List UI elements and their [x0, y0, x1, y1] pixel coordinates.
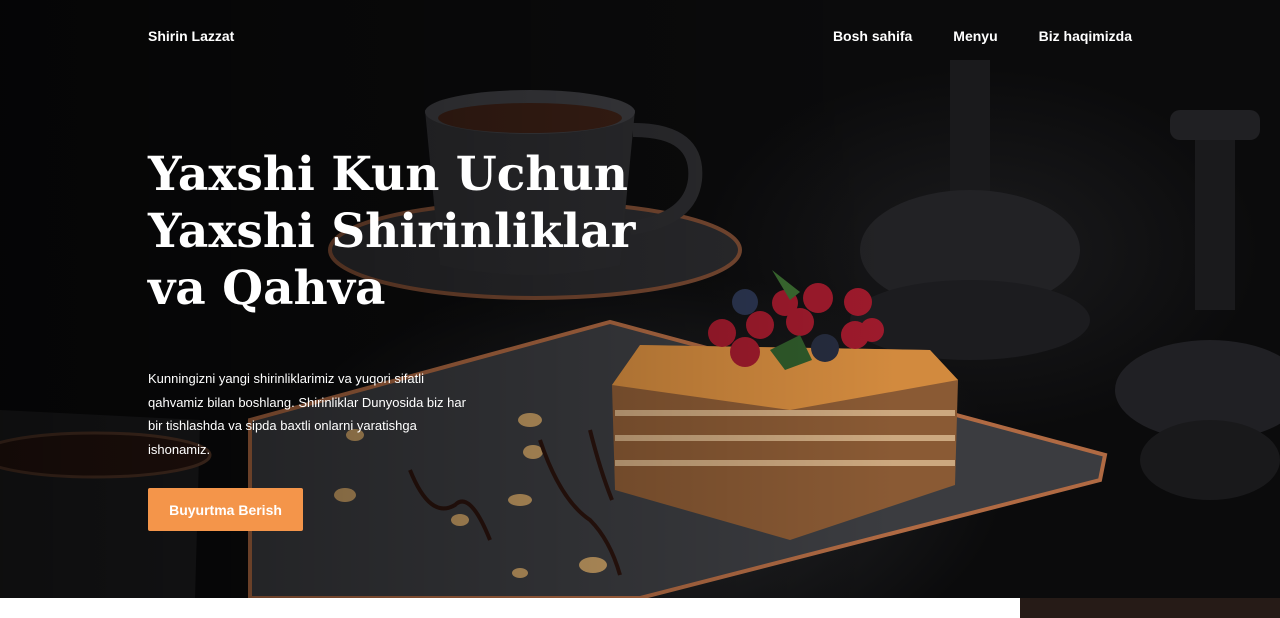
next-section-dark — [1020, 598, 1280, 618]
hero-section: Shirin Lazzat Bosh sahifa Menyu Biz haqi… — [0, 0, 1280, 598]
nav-link-about[interactable]: Biz haqimizda — [1039, 28, 1132, 44]
main-nav: Bosh sahifa Menyu Biz haqimizda — [833, 28, 1132, 44]
nav-link-menu[interactable]: Menyu — [953, 28, 997, 44]
brand-logo[interactable]: Shirin Lazzat — [148, 28, 234, 44]
nav-link-home[interactable]: Bosh sahifa — [833, 28, 912, 44]
next-section-light — [0, 598, 1020, 618]
hero-description: Kunningizni yangi shirinliklarimiz va yu… — [148, 371, 466, 457]
hero-headline: Yaxshi Kun Uchun Yaxshi Shirinliklar va … — [148, 147, 636, 316]
order-button[interactable]: Buyurtma Berish — [148, 488, 303, 531]
